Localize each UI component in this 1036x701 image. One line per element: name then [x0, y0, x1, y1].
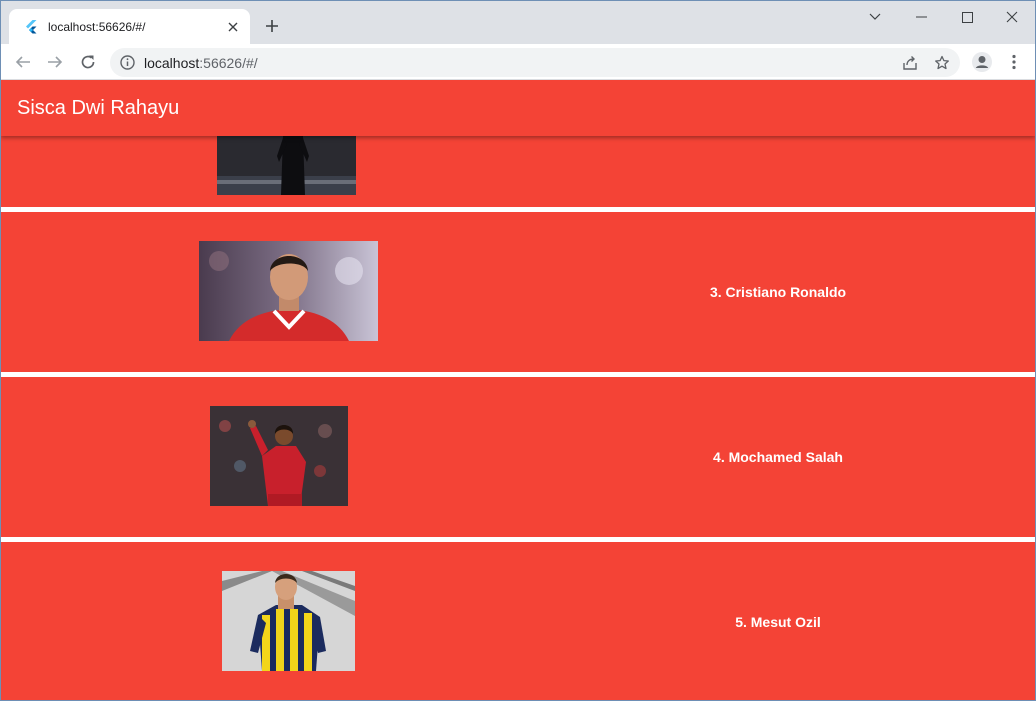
address-bar[interactable]: localhost:56626/#/ [110, 48, 960, 77]
player-photo [199, 241, 378, 341]
player-card[interactable]: 3. Cristiano Ronaldo [1, 212, 1035, 372]
profile-icon[interactable] [968, 48, 996, 76]
player-photo [210, 406, 348, 506]
url-text: localhost:56626/#/ [144, 55, 258, 71]
close-icon[interactable] [989, 1, 1035, 33]
app-bar: Sisca Dwi Rahayu [1, 80, 1035, 136]
share-icon[interactable] [900, 53, 920, 73]
url-host: localhost [144, 55, 200, 71]
maximize-icon[interactable] [944, 1, 990, 33]
forward-icon[interactable] [41, 48, 69, 76]
plus-icon[interactable] [260, 14, 284, 38]
flutter-app: Sisca Dwi Rahayu 3. Cristiano Ronaldo 4.… [1, 80, 1035, 700]
tab-title: localhost:56626/#/ [48, 19, 146, 34]
chevron-down-icon[interactable] [852, 1, 898, 33]
star-icon[interactable] [932, 53, 952, 73]
tab-strip: localhost:56626/#/ [1, 1, 1035, 44]
flutter-icon [26, 19, 37, 33]
browser-window: localhost:56626/#/ localhost:56626/#/ Si… [0, 0, 1036, 701]
player-card[interactable]: 5. Mesut Ozil [1, 542, 1035, 700]
player-name: 5. Mesut Ozil [735, 614, 821, 630]
back-icon[interactable] [9, 48, 37, 76]
player-card[interactable]: 4. Mochamed Salah [1, 377, 1035, 537]
player-name: 3. Cristiano Ronaldo [709, 284, 847, 300]
player-name: 4. Mochamed Salah [713, 449, 843, 465]
browser-tab[interactable]: localhost:56626/#/ [9, 9, 250, 44]
url-rest: :56626/#/ [199, 55, 258, 71]
info-icon[interactable] [119, 54, 136, 71]
minimize-icon[interactable] [898, 1, 944, 33]
app-title: Sisca Dwi Rahayu [17, 96, 180, 119]
browser-toolbar: localhost:56626/#/ [1, 44, 1035, 80]
close-icon[interactable] [224, 18, 242, 36]
more-icon[interactable] [1000, 48, 1028, 76]
reload-icon[interactable] [74, 48, 102, 76]
player-photo [222, 571, 355, 671]
